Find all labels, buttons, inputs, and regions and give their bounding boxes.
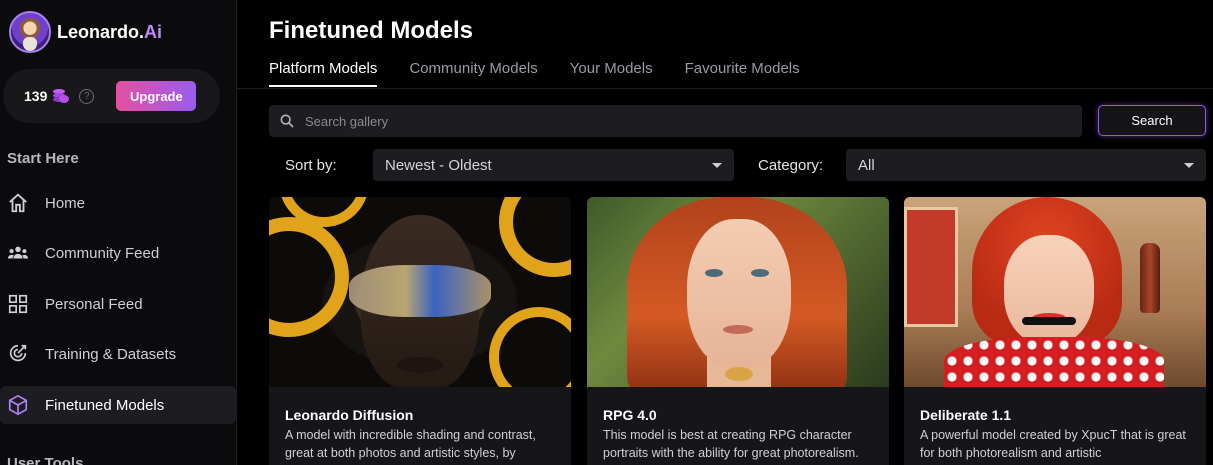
search-button[interactable]: Search — [1098, 105, 1206, 136]
sidebar-item-home[interactable]: Home — [0, 184, 236, 222]
tabs-divider — [237, 88, 1213, 89]
grid-icon — [7, 293, 29, 315]
sort-label: Sort by: — [285, 157, 337, 174]
sidebar-item-label: Training & Datasets — [45, 345, 177, 363]
chevron-down-icon — [712, 162, 722, 168]
main-content: Finetuned Models Platform Models Communi… — [237, 0, 1213, 465]
search-input[interactable] — [305, 113, 1065, 129]
model-thumbnail — [904, 197, 1206, 387]
category-select[interactable]: All — [846, 149, 1206, 181]
brand-name: Leonardo.Ai — [57, 22, 162, 43]
model-description: This model is best at creating RPG chara… — [603, 428, 859, 460]
cube-icon — [7, 394, 29, 416]
sidebar-item-training-datasets[interactable]: Training & Datasets — [0, 335, 236, 373]
model-thumbnail — [269, 197, 571, 387]
sidebar-item-label: Community Feed — [45, 244, 160, 262]
model-card-leonardo-diffusion[interactable]: Leonardo Diffusion A model with incredib… — [269, 197, 571, 465]
model-tabs: Platform Models Community Models Your Mo… — [269, 60, 800, 87]
brand-logo — [9, 11, 51, 53]
model-card-deliberate[interactable]: Deliberate 1.1 A powerful model created … — [904, 197, 1206, 465]
sort-select[interactable]: Newest - Oldest — [373, 149, 734, 181]
tab-your-models[interactable]: Your Models — [570, 60, 653, 87]
search-icon — [280, 114, 294, 128]
sidebar-item-community-feed[interactable]: Community Feed — [0, 234, 236, 272]
upgrade-button[interactable]: Upgrade — [116, 81, 197, 111]
token-balance: 139 ? Upgrade — [3, 69, 220, 123]
model-description: A powerful model created by XpucT that i… — [920, 428, 1186, 460]
tab-favourite-models[interactable]: Favourite Models — [685, 60, 800, 87]
sidebar-item-personal-feed[interactable]: Personal Feed — [0, 285, 236, 323]
chevron-down-icon — [1184, 162, 1194, 168]
search-bar — [269, 105, 1082, 137]
brand[interactable]: Leonardo.Ai — [9, 11, 162, 53]
token-count: 139 — [24, 88, 48, 104]
section-title-user-tools: User Tools — [7, 455, 84, 465]
model-card-rpg-4[interactable]: RPG 4.0 This model is best at creating R… — [587, 197, 889, 465]
sidebar-item-label: Home — [45, 194, 86, 212]
model-title: Leonardo Diffusion — [285, 407, 414, 423]
app-window: Leonardo.Ai 139 ? Upgrade Start Here Hom… — [0, 0, 1213, 465]
help-icon[interactable]: ? — [79, 88, 95, 104]
sidebar-item-finetuned-models[interactable]: Finetuned Models — [0, 386, 236, 424]
home-icon — [7, 192, 29, 214]
model-thumbnail — [587, 197, 889, 387]
people-icon — [7, 242, 29, 264]
coins-icon — [53, 89, 70, 103]
model-title: Deliberate 1.1 — [920, 407, 1012, 423]
section-title-start-here: Start Here — [7, 150, 79, 167]
tab-community-models[interactable]: Community Models — [409, 60, 537, 87]
sidebar-item-label: Personal Feed — [45, 295, 143, 313]
page-title: Finetuned Models — [269, 17, 473, 44]
model-title: RPG 4.0 — [603, 407, 657, 423]
tab-platform-models[interactable]: Platform Models — [269, 60, 378, 87]
brand-name-main: Leonardo. — [57, 21, 145, 42]
model-description: A model with incredible shading and cont… — [285, 428, 536, 460]
training-icon — [7, 343, 29, 365]
brand-name-suffix: Ai — [144, 21, 163, 42]
sidebar-item-label: Finetuned Models — [45, 396, 165, 414]
category-value: All — [858, 156, 875, 174]
category-label: Category: — [758, 157, 824, 174]
sidebar: Leonardo.Ai 139 ? Upgrade Start Here Hom… — [0, 0, 237, 465]
sort-value: Newest - Oldest — [385, 156, 492, 174]
